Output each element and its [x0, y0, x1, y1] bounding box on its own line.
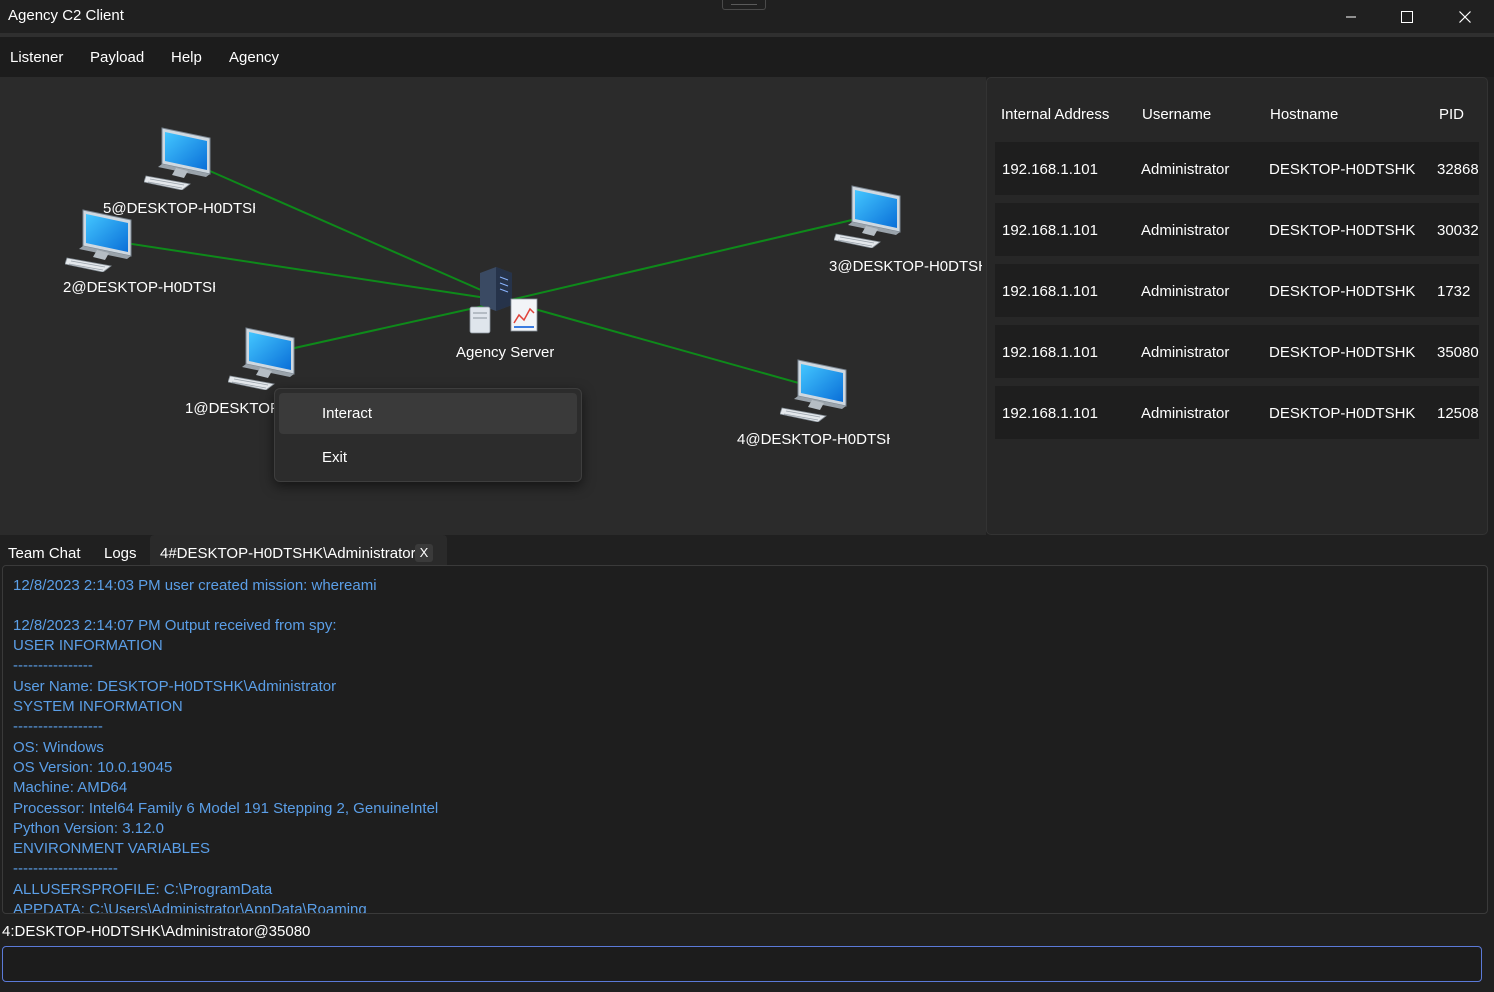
column-header[interactable]: Username	[1142, 106, 1211, 123]
cell-address: 192.168.1.101	[1002, 405, 1098, 422]
sessions-table: Internal Address Username Hostname PID 1…	[986, 77, 1488, 535]
cell-hostname: DESKTOP-H0DTSHK	[1269, 161, 1416, 178]
console-line: ENVIRONMENT VARIABLES	[13, 840, 210, 857]
cell-username: Administrator	[1141, 222, 1230, 239]
node-label: 4@DESKTOP-H0DTSHK	[737, 431, 890, 448]
computer-icon[interactable]	[228, 327, 295, 390]
title-bar: Agency C2 Client	[0, 0, 1494, 33]
table-row[interactable]: 192.168.1.101 Administrator DESKTOP-H0DT…	[995, 325, 1479, 378]
interact-menu-item[interactable]: Interact	[279, 393, 577, 434]
maximize-icon	[1401, 10, 1413, 23]
table-row[interactable]: 192.168.1.101 Administrator DESKTOP-H0DT…	[995, 386, 1479, 439]
server-label: Agency Server	[456, 344, 555, 361]
tab-team-chat[interactable]: Team Chat	[8, 545, 81, 562]
column-header[interactable]: PID	[1439, 106, 1464, 123]
minimize-icon	[1346, 16, 1356, 17]
console-line: 12/8/2023 2:14:03 PM user created missio…	[13, 577, 377, 594]
cell-pid: 30032	[1437, 222, 1479, 239]
close-tab-button[interactable]: X	[415, 544, 433, 562]
menu-agency[interactable]: Agency	[229, 49, 279, 66]
minimize-button[interactable]	[1322, 0, 1380, 33]
console-line: 12/8/2023 2:14:07 PM Output received fro…	[13, 617, 337, 634]
node-label: 3@DESKTOP-H0DTSHK	[829, 258, 982, 275]
console-line: Processor: Intel64 Family 6 Model 191 St…	[13, 800, 439, 817]
menu-help[interactable]: Help	[171, 49, 202, 66]
snap-layout-handle[interactable]	[722, 0, 766, 10]
console-line: APPDATA: C:\Users\Administrator\AppData\…	[13, 901, 367, 914]
column-header[interactable]: Hostname	[1270, 106, 1338, 123]
session-prompt: 4:DESKTOP-H0DTSHK\Administrator@35080	[2, 923, 311, 940]
cell-hostname: DESKTOP-H0DTSHK	[1269, 283, 1416, 300]
cell-address: 192.168.1.101	[1002, 222, 1098, 239]
tab-session[interactable]: 4#DESKTOP-H0DTSHK\Administrator	[160, 545, 416, 562]
cell-hostname: DESKTOP-H0DTSHK	[1269, 344, 1416, 361]
console-line: OS Version: 10.0.19045	[13, 759, 173, 776]
console-line: ----------------	[13, 657, 93, 674]
cell-username: Administrator	[1141, 283, 1230, 300]
console-line: ------------------	[13, 718, 103, 735]
cell-username: Administrator	[1141, 405, 1230, 422]
tab-logs[interactable]: Logs	[104, 545, 137, 562]
cell-address: 192.168.1.101	[1002, 161, 1098, 178]
console-line: USER INFORMATION	[13, 637, 163, 654]
close-button[interactable]	[1436, 0, 1494, 33]
table-row[interactable]: 192.168.1.101 Administrator DESKTOP-H0DT…	[995, 203, 1479, 256]
computer-icon[interactable]	[780, 359, 847, 422]
node-label: 1@DESKTOP-H0DTSHK	[185, 400, 274, 417]
cell-pid: 35080	[1437, 344, 1479, 361]
server-icon[interactable]	[469, 267, 538, 334]
console-line: User Name: DESKTOP-H0DTSHK\Administrator	[13, 678, 337, 695]
exit-menu-item[interactable]: Exit	[279, 437, 577, 478]
window-title: Agency C2 Client	[8, 7, 124, 24]
cell-pid: 12508	[1437, 405, 1479, 422]
cell-pid: 1732	[1437, 283, 1471, 300]
console-line: Machine: AMD64	[13, 779, 128, 796]
menu-listener[interactable]: Listener	[10, 49, 63, 66]
table-row[interactable]: 192.168.1.101 Administrator DESKTOP-H0DT…	[995, 264, 1479, 317]
computer-icon[interactable]	[65, 209, 132, 272]
computer-icon[interactable]	[834, 185, 901, 248]
console-line: SYSTEM INFORMATION	[13, 698, 183, 715]
node-label: 2@DESKTOP-H0DTSHK	[63, 279, 215, 296]
console-output[interactable]: 12/8/2023 2:14:03 PM user created missio…	[2, 565, 1488, 914]
cell-address: 192.168.1.101	[1002, 283, 1098, 300]
column-header[interactable]: Internal Address	[1001, 106, 1109, 123]
command-input[interactable]	[2, 946, 1482, 982]
tab-strip: Team Chat Logs 4#DESKTOP-H0DTSHK\Adminis…	[0, 535, 1494, 566]
console-line: ALLUSERSPROFILE: C:\ProgramData	[13, 881, 273, 898]
console-line: ---------------------	[13, 860, 118, 877]
console-line: Python Version: 3.12.0	[13, 820, 164, 837]
node-label: 5@DESKTOP-H0DTSHK	[103, 200, 255, 217]
computer-icon[interactable]	[144, 127, 211, 190]
close-icon	[1459, 10, 1471, 23]
maximize-button[interactable]	[1378, 0, 1436, 33]
menu-bar: Listener Payload Help Agency	[0, 37, 1494, 77]
context-menu: Interact Exit	[274, 388, 582, 482]
menu-payload[interactable]: Payload	[90, 49, 144, 66]
cell-username: Administrator	[1141, 344, 1230, 361]
cell-address: 192.168.1.101	[1002, 344, 1098, 361]
cell-hostname: DESKTOP-H0DTSHK	[1269, 405, 1416, 422]
cell-pid: 32868	[1437, 161, 1479, 178]
cell-hostname: DESKTOP-H0DTSHK	[1269, 222, 1416, 239]
cell-username: Administrator	[1141, 161, 1230, 178]
console-line: OS: Windows	[13, 739, 104, 756]
table-row[interactable]: 192.168.1.101 Administrator DESKTOP-H0DT…	[995, 142, 1479, 195]
